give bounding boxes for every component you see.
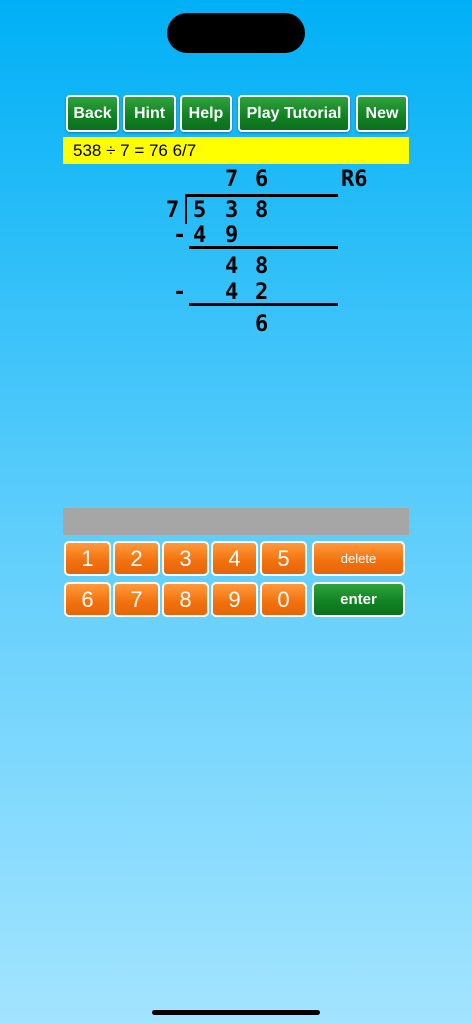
key-4[interactable]: 4 bbox=[211, 541, 258, 576]
minus-sign: - bbox=[173, 223, 187, 248]
divisor-digit: 7 bbox=[166, 198, 180, 223]
bringdown-digit: 8 bbox=[255, 254, 269, 279]
key-2[interactable]: 2 bbox=[113, 541, 160, 576]
hint-button[interactable]: Hint bbox=[123, 95, 176, 132]
quotient-digit: 7 bbox=[225, 167, 239, 192]
dividend-digit: 8 bbox=[255, 198, 269, 223]
key-8[interactable]: 8 bbox=[162, 582, 209, 617]
key-9[interactable]: 9 bbox=[211, 582, 258, 617]
help-button[interactable]: Help bbox=[180, 95, 232, 132]
final-remainder-digit: 6 bbox=[255, 312, 269, 337]
division-bracket bbox=[185, 194, 187, 224]
key-6[interactable]: 6 bbox=[64, 582, 111, 617]
quotient-digit: 6 bbox=[255, 167, 269, 192]
play-tutorial-button[interactable]: Play Tutorial bbox=[238, 95, 350, 132]
minus-sign: - bbox=[173, 280, 187, 305]
bringdown-digit: 4 bbox=[225, 254, 239, 279]
key-5[interactable]: 5 bbox=[260, 541, 307, 576]
delete-button[interactable]: delete bbox=[312, 541, 405, 576]
dividend-digit: 5 bbox=[193, 198, 207, 223]
subtraction-line bbox=[189, 246, 338, 249]
equation-display: 538 ÷ 7 = 76 6/7 bbox=[63, 137, 409, 164]
answer-input-bar[interactable] bbox=[63, 508, 409, 535]
subtraction-line bbox=[189, 303, 338, 306]
camera-notch bbox=[167, 13, 305, 53]
home-indicator[interactable] bbox=[152, 1010, 320, 1015]
enter-button[interactable]: enter bbox=[312, 582, 405, 617]
division-bar bbox=[185, 194, 338, 197]
back-button[interactable]: Back bbox=[66, 95, 119, 132]
remainder-label: R6 bbox=[341, 167, 368, 192]
dividend-digit: 3 bbox=[225, 198, 239, 223]
key-1[interactable]: 1 bbox=[64, 541, 111, 576]
key-3[interactable]: 3 bbox=[162, 541, 209, 576]
key-0[interactable]: 0 bbox=[260, 582, 307, 617]
new-button[interactable]: New bbox=[356, 95, 408, 132]
key-7[interactable]: 7 bbox=[113, 582, 160, 617]
